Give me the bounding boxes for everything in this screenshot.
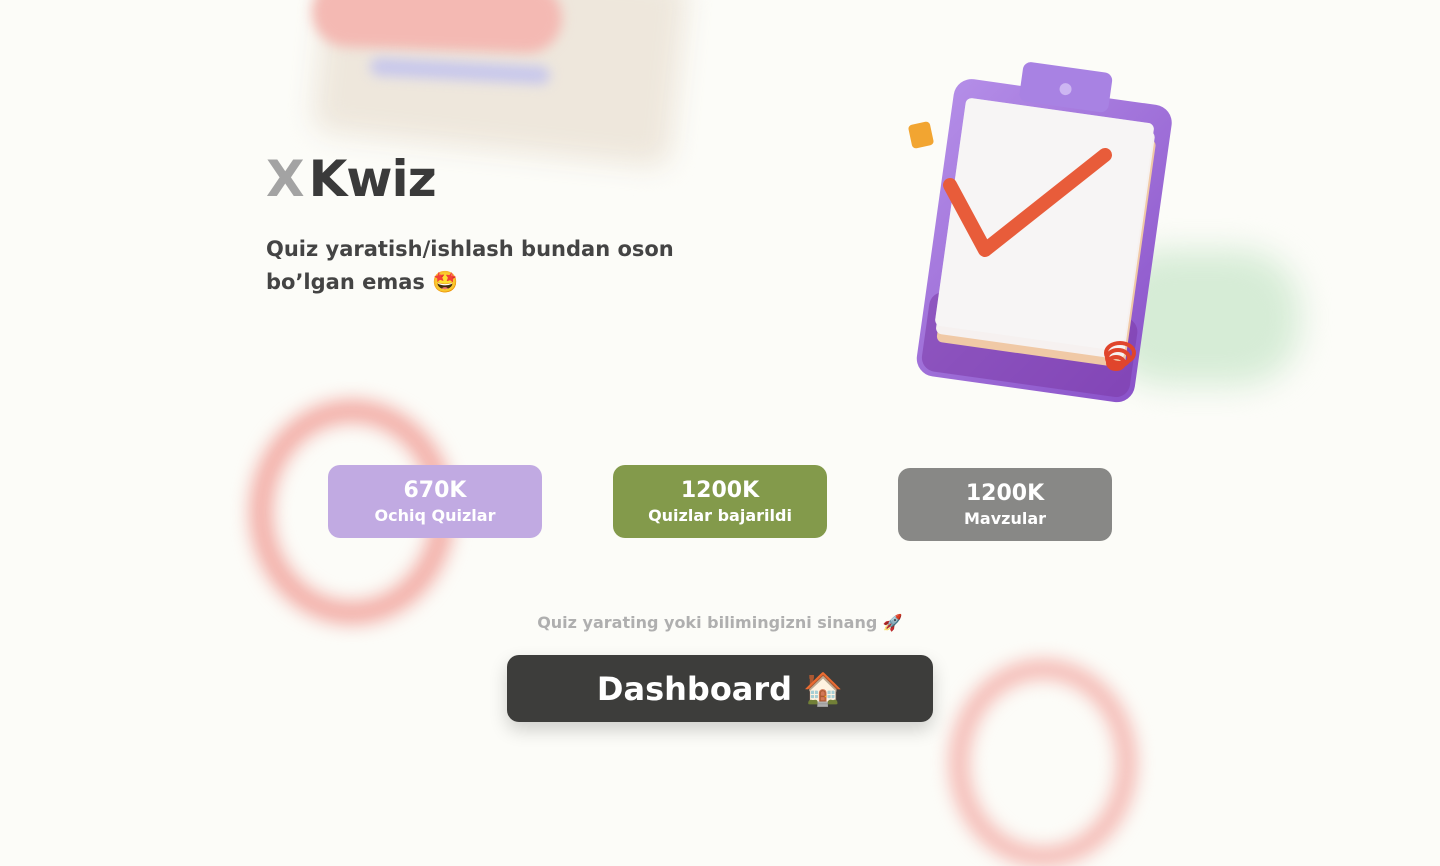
clipboard-checkmark-illustration bbox=[908, 62, 1172, 403]
brand-prefix: X bbox=[266, 150, 305, 208]
stat-value: 1200K bbox=[680, 477, 760, 503]
brand-name: Kwiz bbox=[308, 150, 437, 208]
bg-blur-pink-bar bbox=[310, 0, 564, 55]
stat-label: Ochiq Quizlar bbox=[374, 505, 496, 525]
dashboard-button[interactable]: Dashboard 🏠 bbox=[507, 655, 933, 722]
stat-card-quizzes-completed: 1200K Quizlar bajarildi bbox=[613, 465, 827, 538]
brand-logo: X Kwiz bbox=[266, 150, 437, 208]
bg-blur-spiral-bottom bbox=[950, 660, 1136, 866]
stat-value: 1200K bbox=[965, 480, 1045, 506]
stat-label: Quizlar bajarildi bbox=[648, 505, 792, 525]
cta-hint: Quiz yarating yoki bilimingizni sinang 🚀 bbox=[537, 613, 903, 632]
hero-tagline: Quiz yaratish/ishlash bundan oson bo’lga… bbox=[266, 237, 674, 294]
stat-card-open-quizzes: 670K Ochiq Quizlar bbox=[328, 465, 542, 538]
stat-card-topics: 1200K Mavzular bbox=[898, 468, 1112, 541]
stat-value: 670K bbox=[403, 477, 467, 503]
stat-label: Mavzular bbox=[963, 508, 1047, 528]
